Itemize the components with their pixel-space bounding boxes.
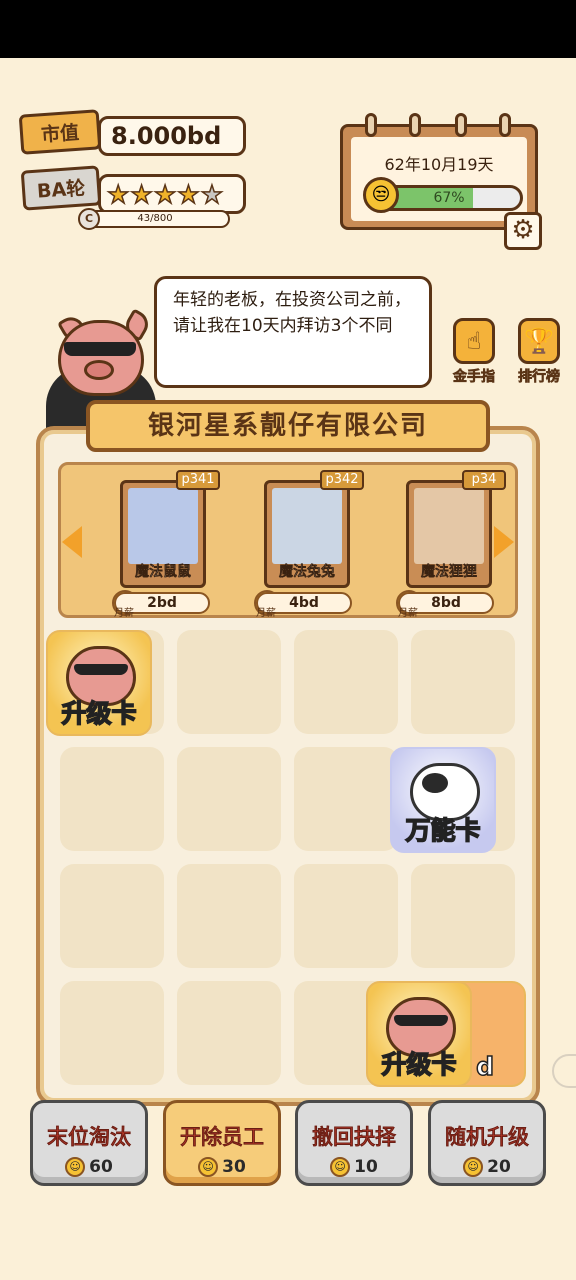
trophy-icon: 🏆 [518,318,560,364]
grid-cell[interactable] [60,747,164,851]
wild-card-tile[interactable]: 万能卡 [390,747,496,853]
xp-progress: 43/800 [80,210,230,228]
smile-coin-icon: ☺ [65,1157,86,1177]
eliminate-last-button[interactable]: 末位淘汰 ☺ 60 [30,1100,148,1186]
smile-coin-icon: ☺ [198,1157,219,1177]
star-icon: ★ [130,179,154,209]
grid-cell[interactable] [60,864,164,968]
grid-cell[interactable] [177,747,281,851]
recruit-card[interactable]: 魔法鼠鼠 [120,480,206,588]
star-icon: ★ [177,179,201,209]
mood-face-icon: 😒 [363,177,399,213]
rank-badge: C [78,208,100,230]
floating-edge-handle[interactable] [552,1054,576,1088]
salary-label: 月薪 [114,608,134,619]
settings-gear-icon[interactable]: ⚙ [504,212,542,250]
card-code-badge: p341 [176,470,220,490]
random-upgrade-button[interactable]: 随机升级 ☺ 20 [428,1100,546,1186]
upgrade-card-tile[interactable]: 升级卡 [46,630,152,736]
card-code-badge: p342 [320,470,364,490]
mood-percent: 67% [433,190,465,206]
card-code-badge: p34 [462,470,506,490]
grid-cell[interactable] [177,864,281,968]
smile-coin-icon: ☺ [330,1157,351,1177]
calendar-ring [455,113,467,137]
company-name-banner: 银河星系靓仔有限公司 [86,400,490,452]
speech-bubble: 年轻的老板，在投资公司之前，请让我在10天内拜访3个不同 [154,276,432,388]
upgrade-card-tile[interactable]: 升级卡 [366,981,472,1087]
market-value-text: 8.000bd [111,122,222,150]
salary-label: 月薪 [256,608,276,619]
calendar-ring [365,113,377,137]
star-rating: ★ ★ ★ ★ ★ [98,174,246,214]
grid-cell[interactable] [60,981,164,1085]
star-icon: ★ [106,179,130,209]
calendar-ring [409,113,421,137]
recruit-card[interactable]: 魔法兔兔 [264,480,350,588]
smile-coin-icon: ☺ [463,1157,484,1177]
market-value-display: 8.000bd [98,116,246,156]
grid-cell[interactable] [294,864,398,968]
grid-cell[interactable] [294,747,398,851]
funding-round-tag: BA轮 [20,165,102,211]
undo-choice-button[interactable]: 撤回抉择 ☺ 10 [295,1100,413,1186]
leaderboard-button[interactable]: 🏆 排行榜 [510,318,568,386]
star-icon: ★ [153,179,177,209]
grid-cell[interactable] [411,630,515,734]
golden-finger-button[interactable]: ☝ 金手指 [446,318,502,386]
grid-cell[interactable] [294,630,398,734]
grid-cell[interactable] [177,981,281,1085]
fire-employee-button[interactable]: 开除员工 ☺ 30 [163,1100,281,1186]
game-date: 62年10月19天 [384,155,494,174]
salary-label: 月薪 [398,608,418,619]
calendar-ring [499,113,511,137]
grid-cell[interactable] [177,630,281,734]
market-value-tag: 市值 [18,109,102,155]
shop-next-arrow-icon[interactable] [494,526,514,558]
pointing-hand-icon: ☝ [453,318,495,364]
recruit-card[interactable]: 魔法狸狸 [406,480,492,588]
grid-cell[interactable] [411,864,515,968]
star-empty-icon: ★ [200,179,224,209]
status-bar [0,0,576,58]
shop-prev-arrow-icon[interactable] [62,526,82,558]
